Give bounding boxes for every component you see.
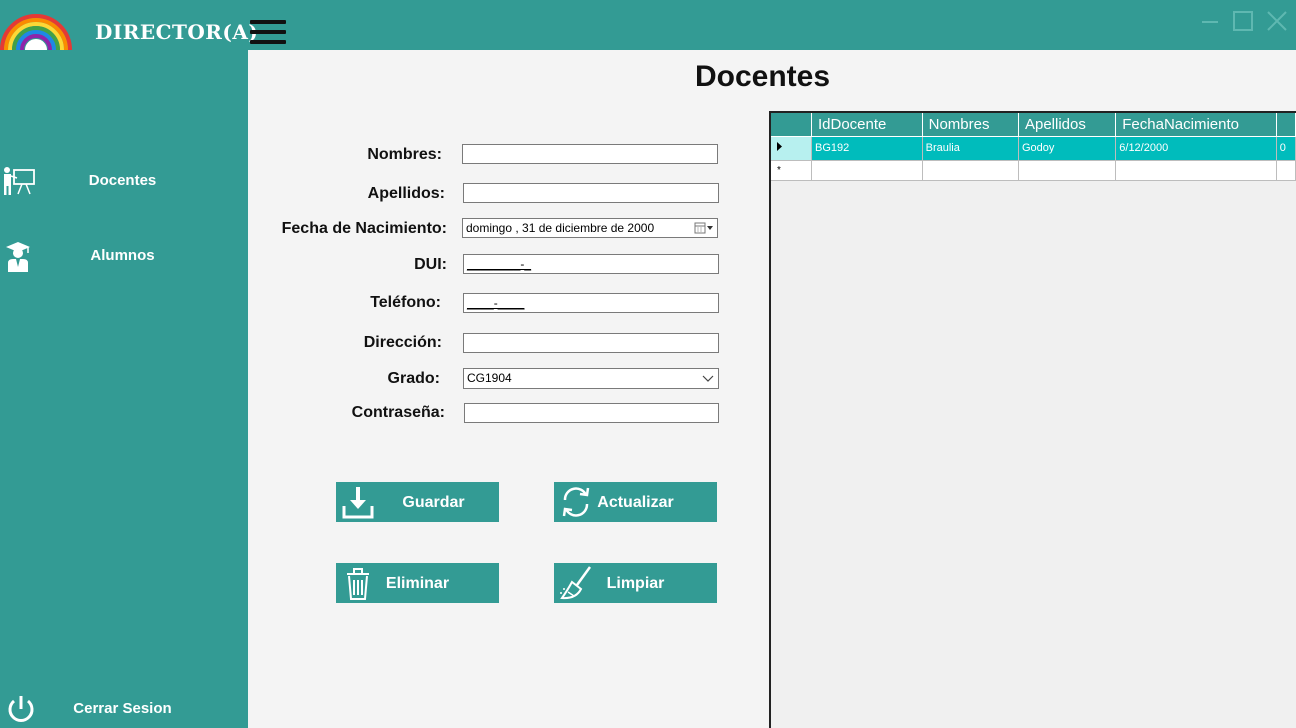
actualizar-label: Actualizar [597,494,674,511]
logout-button[interactable]: Cerrar Sesion [0,688,248,728]
new-row-marker[interactable]: * [771,160,812,181]
app-title: DIRECTOR(A) [95,20,259,44]
logout-label: Cerrar Sesion [73,700,172,717]
contrasena-label: Contraseña: [351,404,445,421]
nombres-label: Nombres: [367,146,442,163]
docentes-grid[interactable]: IdDocente Nombres Apellidos FechaNacimie… [769,111,1296,728]
telefono-input[interactable]: ____-____ [463,293,719,313]
guardar-button[interactable]: Guardar [336,482,499,522]
chevron-down-icon [702,375,714,382]
fecha-nacimiento-label: Fecha de Nacimiento: [281,220,447,237]
telefono-label: Teléfono: [370,294,441,311]
apellidos-label: Apellidos: [367,185,445,202]
dui-label: DUI: [414,256,447,273]
column-header[interactable]: Nombres [922,113,1019,137]
calendar-dropdown-icon[interactable] [694,222,714,235]
column-header[interactable]: Apellidos [1018,113,1117,137]
eliminar-button[interactable]: Eliminar [336,563,499,603]
grid-header-row: IdDocente Nombres Apellidos FechaNacimie… [771,113,1296,137]
fecha-nacimiento-picker[interactable]: domingo , 31 de diciembre de 2000 [462,218,718,238]
apellidos-input[interactable] [463,183,719,203]
sidebar-item-label: Docentes [88,172,157,189]
table-cell[interactable] [922,160,1019,181]
sidebar: Docentes Alumnos Cerrar Sesion [0,50,248,728]
column-header[interactable]: IdDocente [811,113,923,137]
cell-iddocente[interactable]: BG192 [811,136,923,161]
actualizar-button[interactable]: Actualizar [554,482,717,522]
column-header[interactable] [1276,113,1296,137]
page-title: Docentes [695,60,831,93]
title-bar: DIRECTOR(A) [0,0,1296,50]
rainbow-logo [0,14,72,50]
sidebar-item-alumnos[interactable]: Alumnos [0,235,248,275]
cell-apellidos[interactable]: Godoy [1018,136,1117,161]
contrasena-input[interactable] [464,403,719,423]
table-cell[interactable] [1018,160,1117,181]
direccion-label: Dirección: [363,334,442,351]
sidebar-item-docentes[interactable]: Docentes [0,160,248,200]
grado-label: Grado: [387,370,440,387]
cell-nombres[interactable]: Braulia [922,136,1019,161]
menu-toggle-button[interactable] [250,19,286,47]
table-row[interactable]: BG192 Braulia Godoy 6/12/2000 0 [771,136,1296,161]
column-header[interactable]: FechaNacimiento [1115,113,1277,137]
grid-table: IdDocente Nombres Apellidos FechaNacimie… [771,113,1296,181]
window-controls [1196,8,1296,38]
row-header-corner [771,113,812,137]
table-cell[interactable] [1115,160,1277,181]
grado-value: CG1904 [467,371,512,385]
grado-select[interactable]: CG1904 [463,368,719,389]
new-row[interactable]: * [771,160,1296,181]
cell-extra[interactable]: 0 [1276,136,1296,161]
dui-input[interactable]: ________-_ [463,254,719,274]
direccion-input[interactable] [463,333,719,353]
fecha-nacimiento-value: domingo , 31 de diciembre de 2000 [466,221,655,235]
limpiar-button[interactable]: Limpiar [554,563,717,603]
nombres-input[interactable] [462,144,718,164]
table-cell[interactable] [1276,160,1296,181]
limpiar-label: Limpiar [606,575,665,592]
sidebar-item-label: Alumnos [90,247,155,264]
cell-fechanacimiento[interactable]: 6/12/2000 [1115,136,1277,161]
eliminar-label: Eliminar [385,575,450,592]
guardar-label: Guardar [402,494,465,511]
current-row-arrow-icon [777,141,782,151]
close-icon[interactable] [1262,8,1292,36]
row-selector[interactable] [771,136,812,161]
table-cell[interactable] [811,160,923,181]
minimize-icon[interactable] [1196,8,1226,36]
maximize-icon[interactable] [1228,8,1258,36]
